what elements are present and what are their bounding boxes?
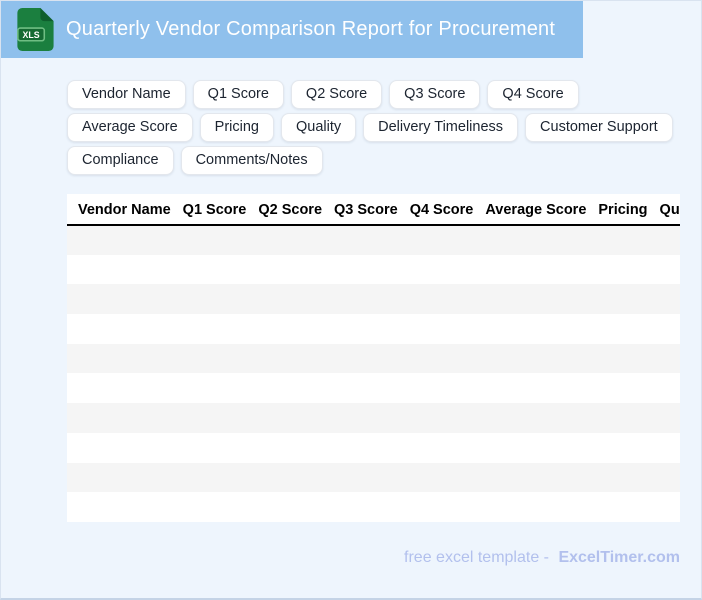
xls-file-icon: XLS [17, 7, 54, 52]
table-row [67, 432, 680, 463]
table-row [67, 492, 680, 522]
empty-row-cell [67, 432, 680, 463]
tag-chip-comments-notes[interactable]: Comments/Notes [180, 146, 323, 175]
empty-row-cell [67, 492, 680, 522]
tag-chip-q2-score[interactable]: Q2 Score [290, 80, 383, 109]
empty-row-cell [67, 254, 680, 285]
table-row [67, 314, 680, 344]
tag-chip-delivery-timeliness[interactable]: Delivery Timeliness [363, 113, 519, 142]
tag-chip-customer-support[interactable]: Customer Support [525, 113, 673, 142]
column-header-q1-score: Q1 Score [176, 194, 253, 226]
page: { "header": { "title": "Quarterly Vendor… [0, 0, 702, 600]
tag-chip-q4-score[interactable]: Q4 Score [487, 80, 579, 109]
column-header-q4-score: Q4 Score [403, 194, 480, 226]
tag-chip-average-score[interactable]: Average Score [67, 113, 193, 142]
column-header-quality: Quality [653, 194, 680, 226]
table-row [67, 225, 680, 255]
column-header-q2-score: Q2 Score [252, 194, 329, 226]
tag-list: Vendor Name Q1 Score Q2 Score Q3 Score Q4 Sc… [67, 80, 683, 175]
tag-chip-quality[interactable]: Quality [280, 113, 357, 142]
brand-link[interactable]: ExcelTimer.com [558, 549, 680, 566]
table-header-row: Vendor Name Q1 Score Q2 Score Q3 Score Q4 Sc… [67, 194, 680, 226]
empty-row-cell [67, 373, 680, 404]
empty-row-cell [67, 462, 680, 493]
tag-chip-q3-score[interactable]: Q3 Score [389, 80, 481, 109]
table-row [67, 403, 680, 433]
table-row [67, 284, 680, 315]
table-row [67, 343, 680, 374]
tag-chip-pricing[interactable]: Pricing [199, 113, 274, 142]
column-header-average-score: Average Score [479, 194, 593, 226]
tag-chip-compliance[interactable]: Compliance [67, 146, 174, 175]
empty-row-cell [67, 225, 680, 255]
header-banner: XLS Quarterly Vendor Comparison Report f… [1, 1, 583, 58]
empty-row-cell [67, 403, 680, 433]
empty-row-cell [67, 343, 680, 374]
column-header-pricing: Pricing [592, 194, 654, 226]
empty-row-cell [67, 284, 680, 315]
tag-chip-q1-score[interactable]: Q1 Score [192, 80, 284, 109]
vendor-comparison-table: Vendor Name Q1 Score Q2 Score Q3 Score Q4 Sc… [67, 194, 680, 522]
table-container: Vendor Name Q1 Score Q2 Score Q3 Score Q4 Sc… [67, 194, 680, 522]
page-title: Quarterly Vendor Comparison Report for P… [66, 18, 556, 40]
footer-text: free excel template - [404, 548, 549, 566]
empty-row-cell [67, 314, 680, 344]
xls-icon-label: XLS [23, 30, 40, 40]
table-row [67, 254, 680, 285]
table-row [67, 373, 680, 404]
column-header-vendor-name: Vendor Name [67, 194, 177, 226]
footer: free excel template - ExcelTimer.com [67, 549, 680, 567]
tag-chip-vendor-name[interactable]: Vendor Name [67, 80, 186, 109]
table-row [67, 462, 680, 493]
table-body [67, 225, 680, 522]
column-header-q3-score: Q3 Score [328, 194, 404, 226]
